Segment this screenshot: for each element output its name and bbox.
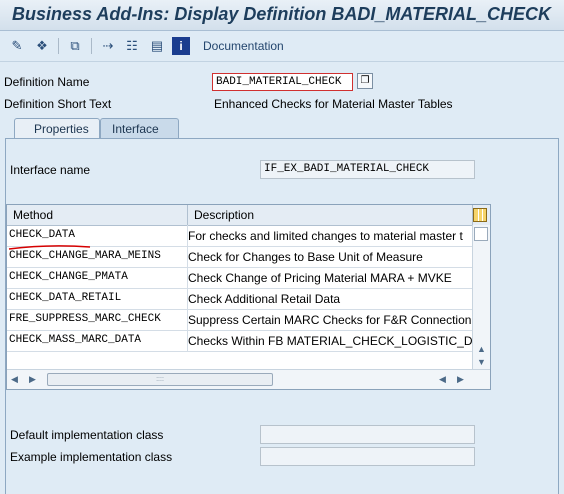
method-cell: CHECK_DATA_RETAIL: [7, 288, 188, 309]
where-used-icon[interactable]: ⧉: [66, 37, 84, 55]
example-implementation-label: Example implementation class: [10, 450, 173, 464]
horizontal-scroll-thumb[interactable]: ::::: [47, 373, 273, 386]
table-header: Method Description: [7, 205, 490, 226]
other-object-icon[interactable]: ❖: [33, 37, 51, 55]
tab-interface-label: Interface: [112, 122, 159, 136]
method-cell: CHECK_DATA: [7, 225, 188, 246]
scroll-thumb[interactable]: [474, 227, 488, 241]
scroll-down-icon[interactable]: ▼: [477, 357, 486, 367]
vertical-scrollbar[interactable]: ▲ ▼: [472, 225, 490, 370]
column-layout-icon[interactable]: [473, 208, 487, 222]
scroll-left-end-icon[interactable]: ◀: [11, 374, 18, 385]
window-title: Business Add-Ins: Display Definition BAD…: [12, 4, 552, 24]
definition-name-field[interactable]: BADI_MATERIAL_CHECK: [212, 73, 353, 91]
definition-name-label: Definition Name: [4, 75, 90, 89]
hierarchy-icon[interactable]: ☷: [123, 37, 141, 55]
default-implementation-label: Default implementation class: [10, 428, 164, 442]
table-row[interactable]: FRE_SUPPRESS_MARC_CHECK Suppress Certain…: [7, 309, 473, 331]
toolbar-separator: [91, 38, 92, 54]
default-implementation-field[interactable]: [260, 425, 475, 444]
method-cell: FRE_SUPPRESS_MARC_CHECK: [7, 309, 188, 330]
tab-properties-label: Properties: [34, 122, 89, 136]
description-cell: For checks and limited changes to materi…: [188, 229, 463, 243]
description-cell: Checks Within FB MATERIAL_CHECK_LOGISTIC…: [188, 334, 473, 348]
documentation-button[interactable]: Documentation: [203, 39, 284, 53]
description-cell: Check for Changes to Base Unit of Measur…: [188, 250, 423, 264]
short-text-label: Definition Short Text: [4, 97, 112, 111]
example-implementation-field[interactable]: [260, 447, 475, 466]
info-icon[interactable]: i: [172, 37, 190, 55]
print-icon[interactable]: ▤: [148, 37, 166, 55]
title-bar: Business Add-Ins: Display Definition BAD…: [0, 0, 564, 31]
short-text-field: Enhanced Checks for Material Master Tabl…: [214, 97, 453, 111]
description-cell: Check Change of Pricing Material MARA + …: [188, 271, 452, 285]
tab-properties[interactable]: Properties: [14, 118, 100, 138]
copy-icon[interactable]: ❐: [357, 73, 373, 89]
toolbar-separator: [58, 38, 59, 54]
interface-name-label: Interface name: [10, 163, 91, 177]
navigate-icon[interactable]: ⇢: [99, 37, 117, 55]
description-cell: Suppress Certain MARC Checks for F&R Con…: [188, 313, 472, 327]
scroll-right-step-icon[interactable]: ▶: [29, 374, 36, 385]
table-row[interactable]: CHECK_CHANGE_PMATA Check Change of Prici…: [7, 267, 473, 289]
tab-interface[interactable]: Interface: [100, 118, 179, 138]
methods-table: Method Description CHECK_DATA For checks…: [6, 204, 491, 390]
scroll-up-icon[interactable]: ▲: [477, 344, 486, 354]
method-cell: CHECK_MASS_MARC_DATA: [7, 330, 188, 351]
annotation-underline: [8, 245, 91, 250]
description-cell: Check Additional Retail Data: [188, 292, 341, 306]
column-header-method[interactable]: Method: [7, 205, 188, 225]
table-row[interactable]: CHECK_DATA_RETAIL Check Additional Retai…: [7, 288, 473, 310]
change-display-icon[interactable]: ✎: [8, 37, 26, 55]
method-cell: CHECK_CHANGE_PMATA: [7, 267, 188, 288]
scroll-right-end-icon[interactable]: ▶: [457, 374, 464, 385]
scroll-left-step-icon[interactable]: ◀: [439, 374, 446, 385]
interface-name-field[interactable]: IF_EX_BADI_MATERIAL_CHECK: [260, 160, 475, 179]
application-toolbar: ✎ ❖ ⧉ ⇢ ☷ ▤ i Documentation: [0, 31, 564, 62]
table-row[interactable]: CHECK_MASS_MARC_DATA Checks Within FB MA…: [7, 330, 473, 352]
column-header-description[interactable]: Description: [188, 205, 473, 225]
horizontal-scrollbar[interactable]: ◀ ▶ :::: ◀ ▶: [7, 369, 490, 389]
